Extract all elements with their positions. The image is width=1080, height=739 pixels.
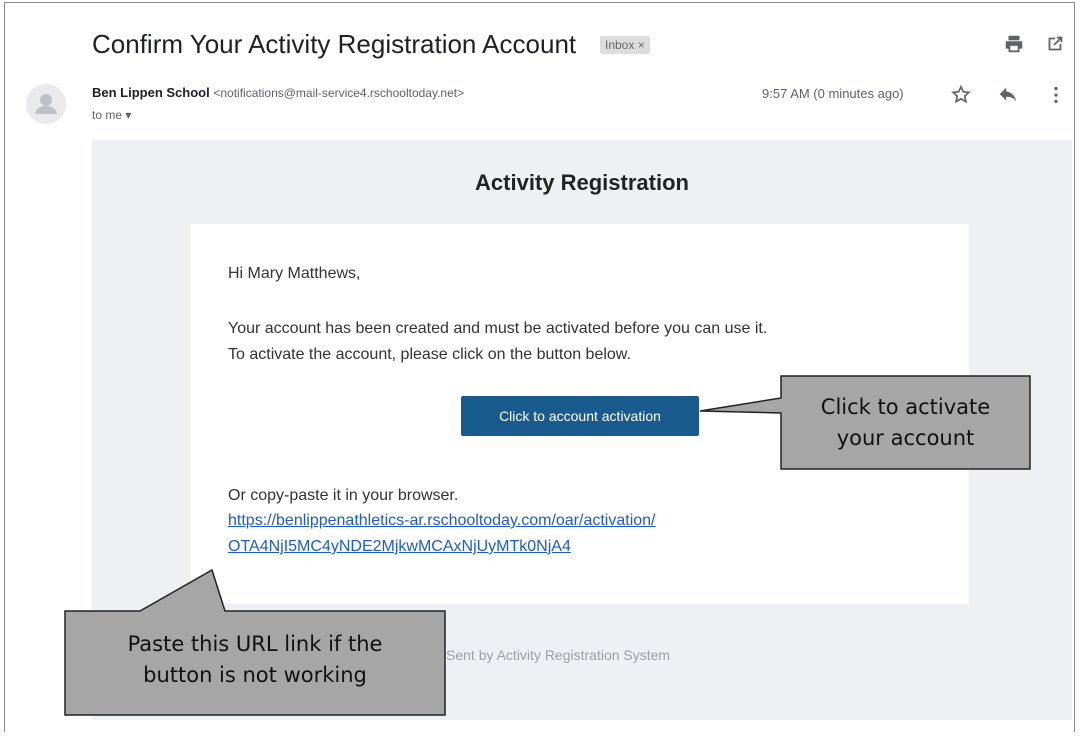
copy-paste-text: Or copy-paste it in your browser. (228, 487, 459, 504)
more-vert-icon[interactable] (1045, 84, 1067, 106)
sender-email: <notifications@mail-service4.rschooltoda… (213, 86, 465, 100)
avatar-icon (35, 94, 57, 114)
sender-name[interactable]: Ben Lippen School (92, 85, 210, 100)
url-callout-line-1: Paste this URL link if the (127, 632, 383, 656)
account-activation-button[interactable]: Click to account activation (461, 396, 699, 436)
url-callout: Paste this URL link if the button is not… (65, 629, 445, 691)
button-callout-line-1: Click to activate (820, 395, 991, 419)
avatar (26, 84, 66, 124)
button-callout-line-2: your account (836, 426, 975, 450)
star-icon[interactable] (950, 84, 972, 106)
greeting-text: Hi Mary Matthews, (228, 265, 361, 282)
message-line-1: Your account has been created and must b… (228, 320, 768, 337)
button-callout: Click to activate your account (781, 392, 1030, 454)
footer-text: Sent by Activity Registration System (446, 647, 671, 663)
recipient-dropdown[interactable]: to me ▾ (92, 108, 131, 122)
inbox-label-badge[interactable]: Inbox × (600, 36, 650, 54)
open-new-window-icon[interactable] (1044, 33, 1066, 55)
activation-url-link-line-2[interactable]: OTA4NjI5MC4yNDE2MjkwMCAxNjUyMTk0NjA4 (228, 538, 571, 556)
activation-url-link-line-1[interactable]: https://benlippenathletics-ar.rschooltod… (228, 512, 656, 530)
email-body-title: Activity Registration (475, 170, 689, 195)
print-icon[interactable] (1003, 33, 1025, 55)
timestamp: 9:57 AM (0 minutes ago) (762, 86, 904, 101)
reply-icon[interactable] (997, 84, 1019, 106)
message-line-2: To activate the account, please click on… (228, 346, 631, 363)
sender-line: Ben Lippen School <notifications@mail-se… (92, 85, 464, 100)
email-subject: Confirm Your Activity Registration Accou… (92, 29, 577, 59)
url-callout-line-2: button is not working (143, 663, 367, 687)
